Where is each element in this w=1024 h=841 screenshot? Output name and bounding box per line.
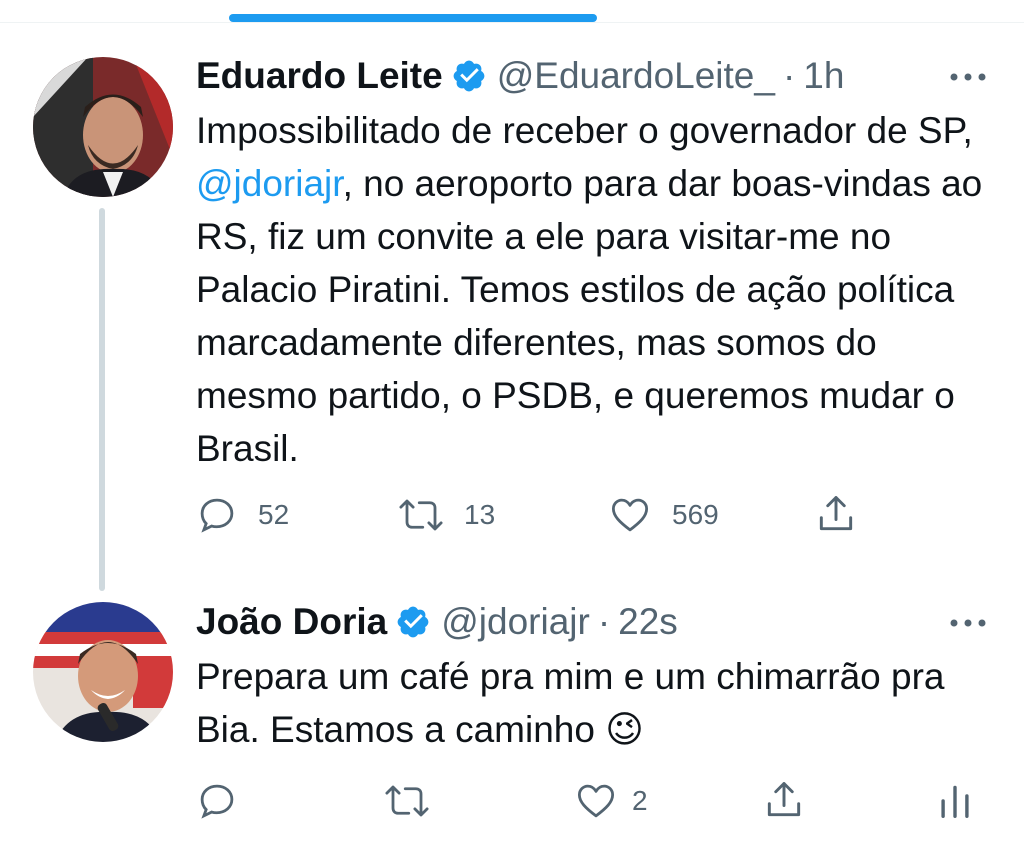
retweet-icon [398,494,444,536]
like-count: 2 [632,785,648,816]
thread-connector-line [99,208,105,591]
top-divider [0,22,1024,23]
tweet-timestamp[interactable]: 1h [803,55,844,97]
share-button[interactable] [814,492,858,536]
loading-progress-bar [229,14,597,22]
tweet-header: Eduardo Leite @EduardoLeite_ · 1h [196,54,844,98]
avatar-joao-doria[interactable] [33,602,173,742]
more-icon[interactable] [948,70,988,82]
like-button[interactable]: 2 [574,780,648,822]
verified-badge-icon [451,58,487,94]
retweet-button[interactable] [384,780,430,822]
separator-dot: · [782,55,796,96]
retweet-count: 13 [464,499,496,530]
like-button[interactable]: 569 [608,494,719,536]
tweet-text: Prepara um café pra mim e um chimarrão p… [196,656,945,750]
mention-link[interactable]: @jdoriajr [196,163,343,204]
more-icon[interactable] [948,616,988,628]
separator-dot: · [597,601,611,642]
analytics-icon [938,780,972,822]
retweet-icon [384,780,430,822]
tweet-text-part: , no aeroporto para dar boas-vindas ao R… [196,163,983,469]
avatar-eduardo-leite[interactable] [33,57,173,197]
reply-button[interactable] [196,780,238,822]
share-button[interactable] [762,778,806,822]
reply-icon [196,780,238,822]
analytics-button[interactable] [938,780,972,822]
author-name[interactable]: João Doria [196,601,387,643]
reply-icon [196,494,238,536]
tweet-text-part: Impossibilitado de receber o governador … [196,110,973,151]
reply-count: 52 [258,499,290,530]
author-handle[interactable]: @jdoriajr [441,601,590,643]
tweet-header: João Doria @jdoriajr · 22s [196,600,678,644]
like-icon [608,494,652,536]
tweet-timestamp[interactable]: 22s [618,601,678,643]
share-icon [762,778,806,822]
author-name[interactable]: Eduardo Leite [196,55,443,97]
verified-badge-icon [395,604,431,640]
author-handle[interactable]: @EduardoLeite_ [497,55,775,97]
retweet-button[interactable]: 13 [398,494,495,536]
share-icon [814,492,858,536]
like-count: 569 [672,499,719,530]
reply-button[interactable]: 52 [196,494,289,536]
like-icon [574,780,618,822]
tweet-text: Impossibilitado de receber o governador … [196,104,1006,475]
